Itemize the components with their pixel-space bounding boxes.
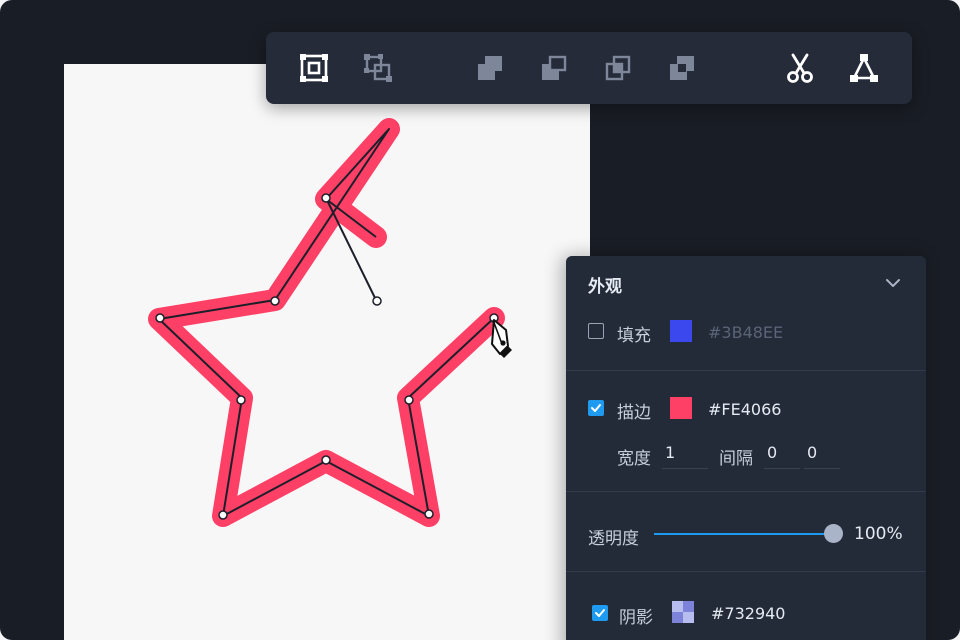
- shadow-color-hex[interactable]: #732940: [711, 604, 785, 623]
- boolean-union-icon[interactable]: [474, 52, 506, 84]
- anchor-point[interactable]: [270, 296, 280, 306]
- dash-gap-input[interactable]: 0: [764, 441, 800, 469]
- stroke-width-input[interactable]: 1: [662, 441, 708, 469]
- divider: [566, 571, 926, 572]
- fill-checkbox[interactable]: [588, 323, 604, 339]
- group-select-icon[interactable]: [362, 52, 394, 84]
- fill-color-swatch[interactable]: [670, 320, 692, 342]
- scissors-icon[interactable]: [784, 52, 816, 84]
- opacity-slider-track[interactable]: [654, 533, 832, 535]
- opacity-label: 透明度: [588, 529, 639, 549]
- divider: [566, 491, 926, 492]
- divider: [566, 370, 926, 371]
- anchor-point[interactable]: [236, 395, 246, 405]
- stroke-color-hex[interactable]: #FE4066: [708, 400, 781, 419]
- opacity-value: 100%: [854, 524, 903, 544]
- boolean-subtract-icon[interactable]: [538, 52, 570, 84]
- appearance-panel: 外观 填充 #3B48EE 描边 #FE4066 宽度 1 间隔 0 0 透明度…: [566, 256, 926, 640]
- anchor-point[interactable]: [218, 510, 228, 520]
- anchor-point[interactable]: [404, 395, 414, 405]
- dash-gap-label: 间隔: [719, 449, 753, 469]
- shadow-color-swatch[interactable]: [672, 601, 694, 623]
- shadow-checkbox[interactable]: [592, 605, 608, 621]
- stroke-label: 描边: [617, 403, 651, 423]
- dash-gap-input-2[interactable]: 0: [804, 441, 840, 469]
- boolean-intersect-icon[interactable]: [602, 52, 634, 84]
- chevron-down-icon[interactable]: [884, 274, 902, 292]
- fill-color-hex[interactable]: #3B48EE: [708, 323, 783, 342]
- pen-tool-cursor-icon: [491, 319, 512, 358]
- stroke-checkbox[interactable]: [588, 400, 604, 416]
- app-window: 外观 填充 #3B48EE 描边 #FE4066 宽度 1 间隔 0 0 透明度…: [0, 0, 960, 640]
- stroke-color-swatch[interactable]: [670, 397, 692, 419]
- fill-label: 填充: [617, 326, 651, 346]
- anchor-point[interactable]: [321, 455, 331, 465]
- anchor-point[interactable]: [372, 296, 382, 306]
- opacity-slider-thumb[interactable]: [824, 524, 843, 543]
- anchor-point[interactable]: [424, 509, 434, 519]
- anchor-point[interactable]: [321, 193, 331, 203]
- select-bounds-icon[interactable]: [298, 52, 330, 84]
- toolbar: [266, 32, 912, 104]
- boolean-exclude-icon[interactable]: [666, 52, 698, 84]
- stroke-width-label: 宽度: [617, 449, 651, 469]
- anchor-point[interactable]: [155, 313, 165, 323]
- panel-title: 外观: [588, 277, 622, 297]
- shadow-label: 阴影: [619, 608, 653, 628]
- path-nodes-icon[interactable]: [848, 52, 880, 84]
